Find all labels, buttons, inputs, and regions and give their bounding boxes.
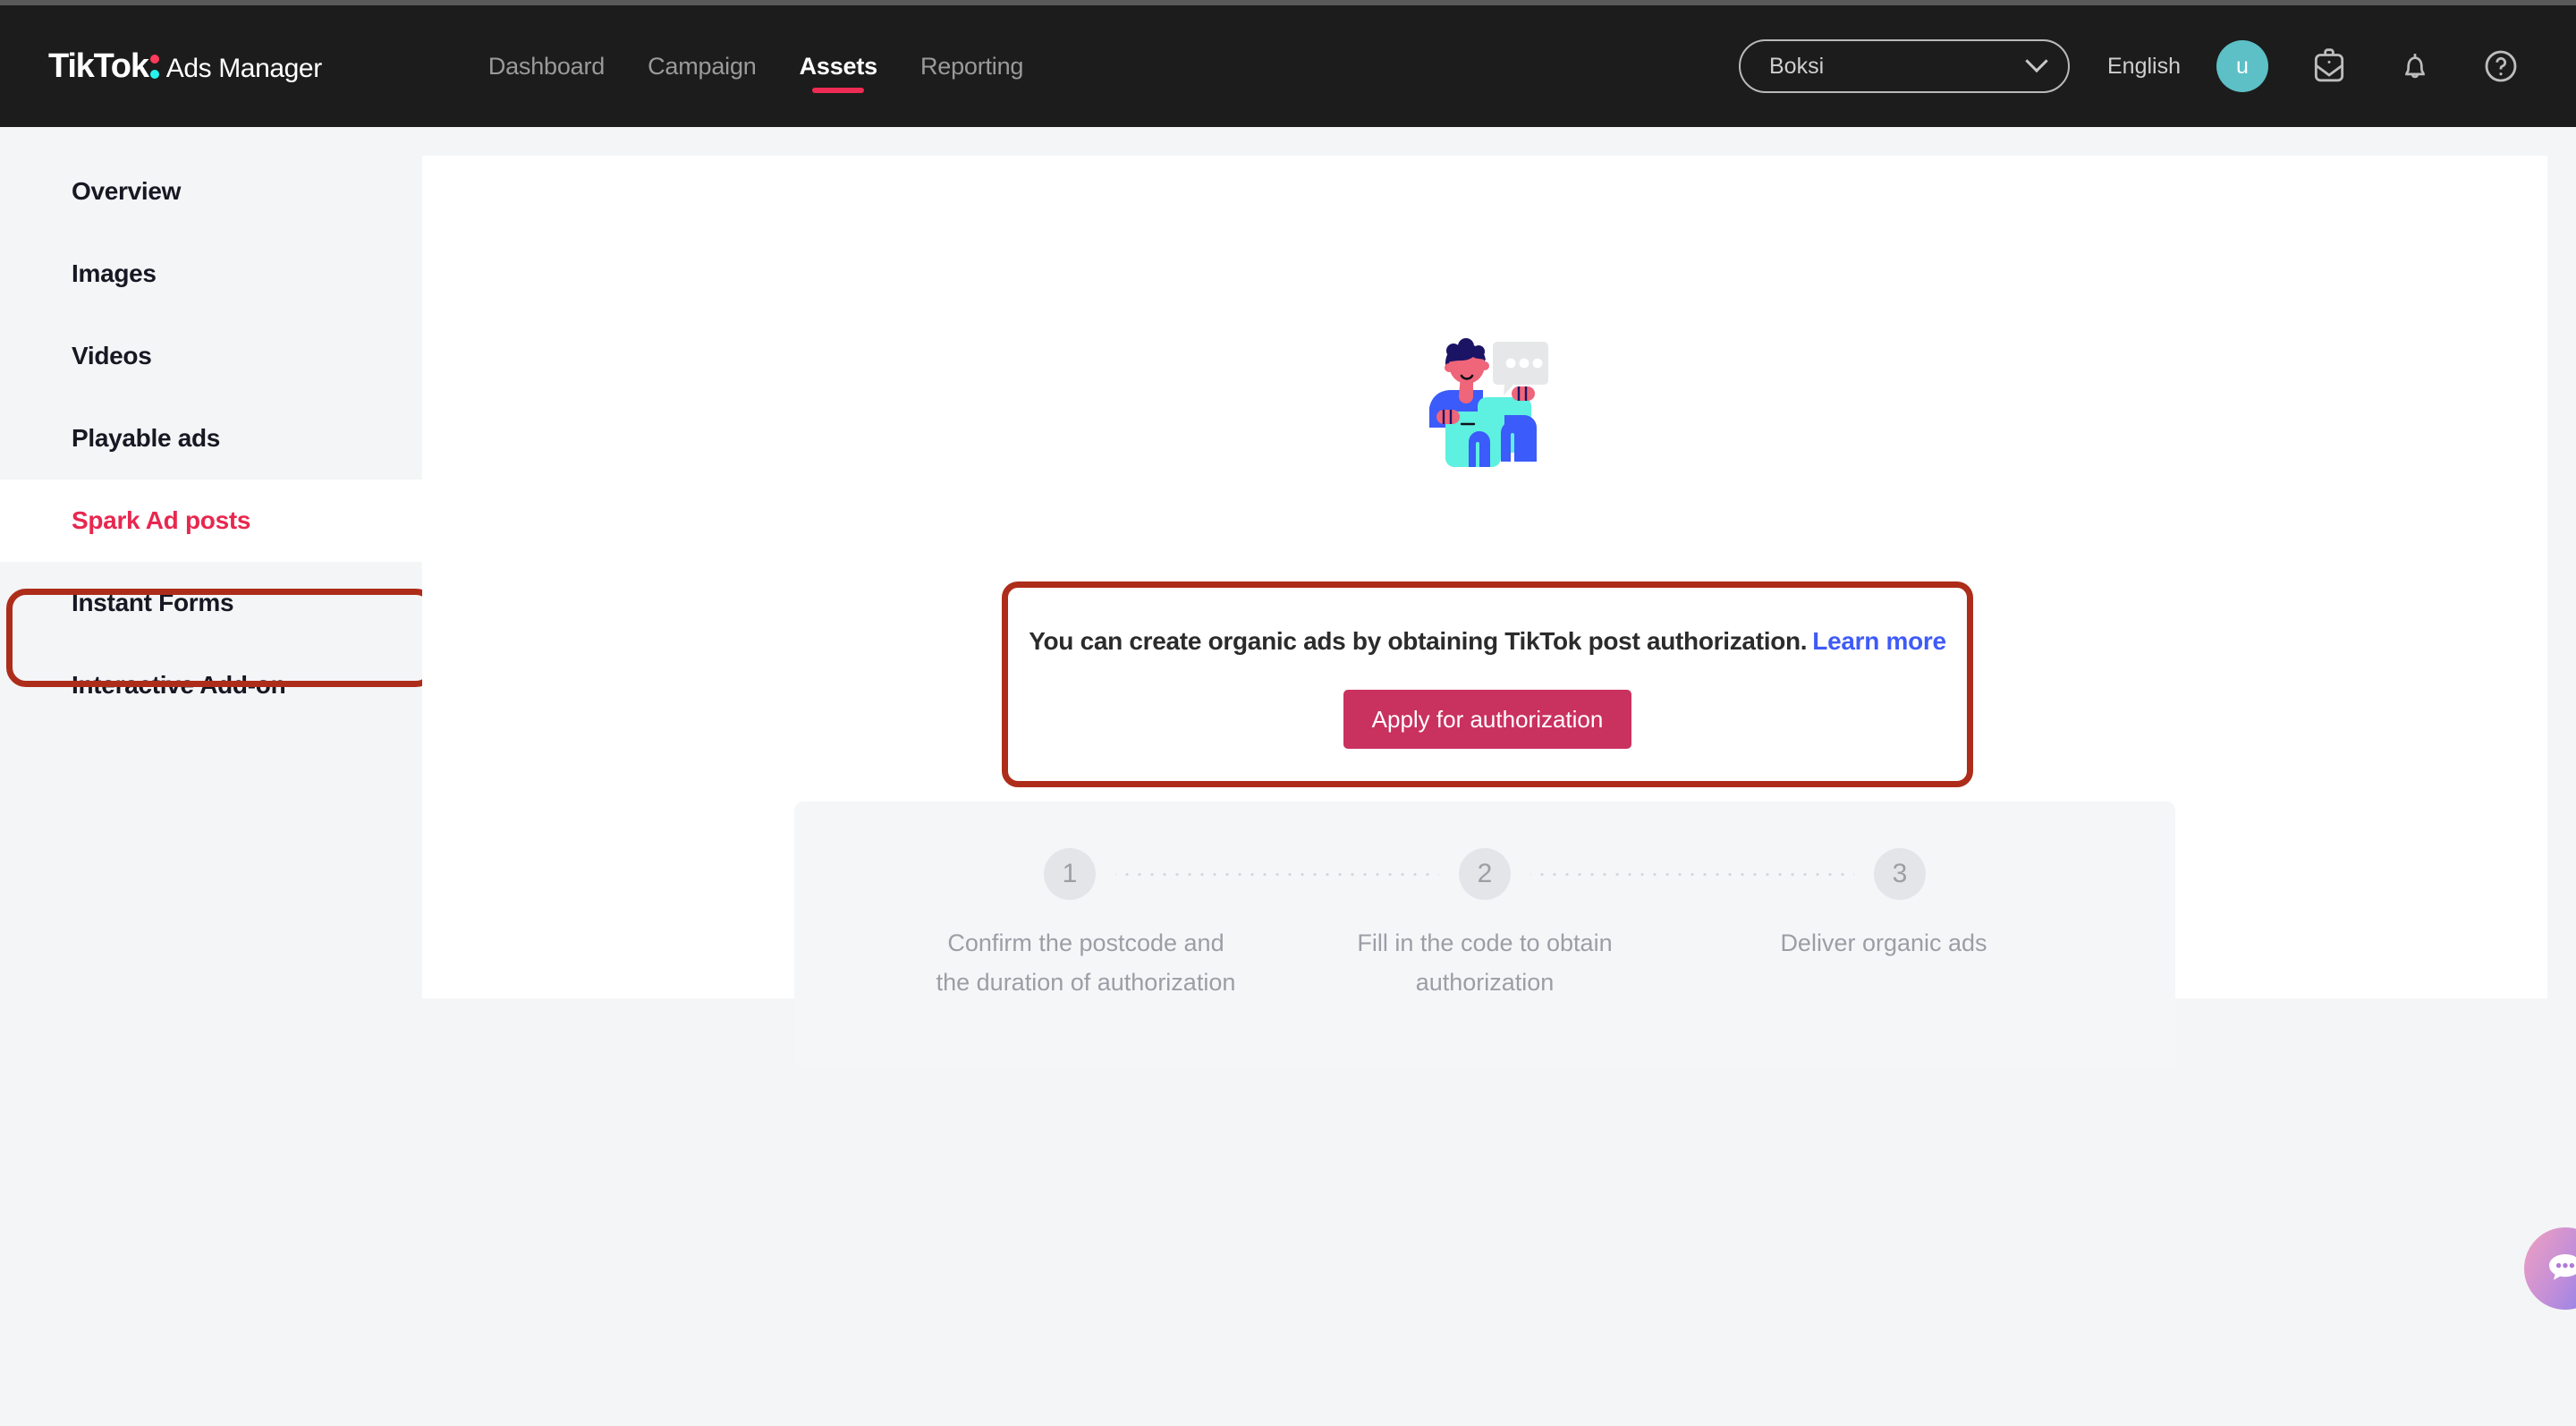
sidebar-item-label: Videos — [72, 342, 152, 369]
step-number: 1 — [1062, 859, 1078, 888]
avatar[interactable]: u — [2216, 40, 2268, 92]
sidebar-item-spark-ad-posts[interactable]: Spark Ad posts — [0, 480, 422, 562]
main-nav: Dashboard Campaign Assets Reporting — [467, 5, 1045, 127]
authorization-callout: You can create organic ads by obtaining … — [1002, 581, 1973, 787]
learn-more-link[interactable]: Learn more — [1812, 627, 1946, 655]
sidebar-item-label: Interactive Add-on — [72, 671, 286, 699]
sidebar-item-playable-ads[interactable]: Playable ads — [0, 397, 422, 480]
content-card: You can create organic ads by obtaining … — [422, 156, 2547, 1068]
avatar-initial: u — [2236, 53, 2249, 79]
nav-item-reporting[interactable]: Reporting — [899, 5, 1045, 127]
nav-item-assets[interactable]: Assets — [778, 5, 899, 127]
tiktok-colon-icon — [149, 52, 160, 79]
sidebar-item-label: Images — [72, 259, 157, 287]
page-body: Overview Images Videos Playable ads Spar… — [0, 127, 2576, 1426]
brand-name: TikTok — [48, 47, 149, 85]
empty-state-illustration — [1411, 326, 1563, 469]
language-selector[interactable]: English — [2107, 54, 2181, 80]
inbox-icon[interactable] — [2304, 41, 2354, 91]
steps-label-row: Confirm the postcode and the duration of… — [794, 923, 2175, 1002]
step-label-3: Deliver organic ads — [1780, 929, 1987, 956]
sidebar-item-interactive-add-on[interactable]: Interactive Add-on — [0, 644, 422, 726]
header-actions: Boksi English u — [1739, 39, 2526, 93]
step-label-2: Fill in the code to obtain authorization — [1357, 929, 1613, 996]
sidebar-item-instant-forms[interactable]: Instant Forms — [0, 562, 422, 644]
sidebar-item-label: Spark Ad posts — [72, 506, 251, 534]
sidebar-item-label: Playable ads — [72, 424, 221, 452]
top-header: TikTok Ads Manager Dashboard Campaign As… — [0, 5, 2576, 127]
brand-product: Ads Manager — [165, 53, 322, 83]
step-number: 2 — [1477, 859, 1493, 888]
nav-label: Campaign — [648, 52, 757, 80]
step-connector-dots — [1530, 871, 1854, 877]
nav-label: Dashboard — [487, 52, 606, 80]
brand-logo[interactable]: TikTok Ads Manager — [48, 47, 322, 86]
nav-item-campaign[interactable]: Campaign — [626, 5, 777, 127]
sidebar-item-images[interactable]: Images — [0, 233, 422, 315]
sidebar-item-label: Instant Forms — [72, 589, 234, 616]
step-connector-dots — [1115, 871, 1439, 877]
step-circle-3: 3 — [1874, 848, 1926, 900]
step-circle-2: 2 — [1459, 848, 1511, 900]
step-label-1: Confirm the postcode and the duration of… — [936, 929, 1236, 996]
nav-label: Reporting — [919, 52, 1024, 80]
nav-label: Assets — [799, 52, 878, 80]
steps-panel: 1 2 3 Confirm the postcode and the durat… — [794, 802, 2175, 1068]
sidebar: Overview Images Videos Playable ads Spar… — [0, 127, 436, 1426]
callout-message-row: You can create organic ads by obtaining … — [1008, 627, 1967, 656]
main-content: You can create organic ads by obtaining … — [422, 127, 2576, 1426]
callout-message: You can create organic ads by obtaining … — [1029, 627, 1808, 655]
step-circle-1: 1 — [1044, 848, 1096, 900]
account-selector[interactable]: Boksi — [1739, 39, 2070, 93]
bell-icon[interactable] — [2390, 41, 2440, 91]
sidebar-item-overview[interactable]: Overview — [0, 150, 422, 233]
steps-indicator-row: 1 2 3 — [794, 802, 2175, 900]
help-icon[interactable] — [2476, 41, 2526, 91]
account-name: Boksi — [1769, 53, 1825, 79]
apply-for-authorization-button[interactable]: Apply for authorization — [1343, 690, 1631, 749]
language-label: English — [2107, 53, 2181, 79]
sidebar-item-videos[interactable]: Videos — [0, 315, 422, 397]
sidebar-item-label: Overview — [72, 177, 182, 205]
chat-bubble-icon — [2549, 1254, 2576, 1280]
chevron-down-icon — [2025, 49, 2048, 73]
nav-item-dashboard[interactable]: Dashboard — [467, 5, 626, 127]
step-number: 3 — [1892, 859, 1908, 888]
